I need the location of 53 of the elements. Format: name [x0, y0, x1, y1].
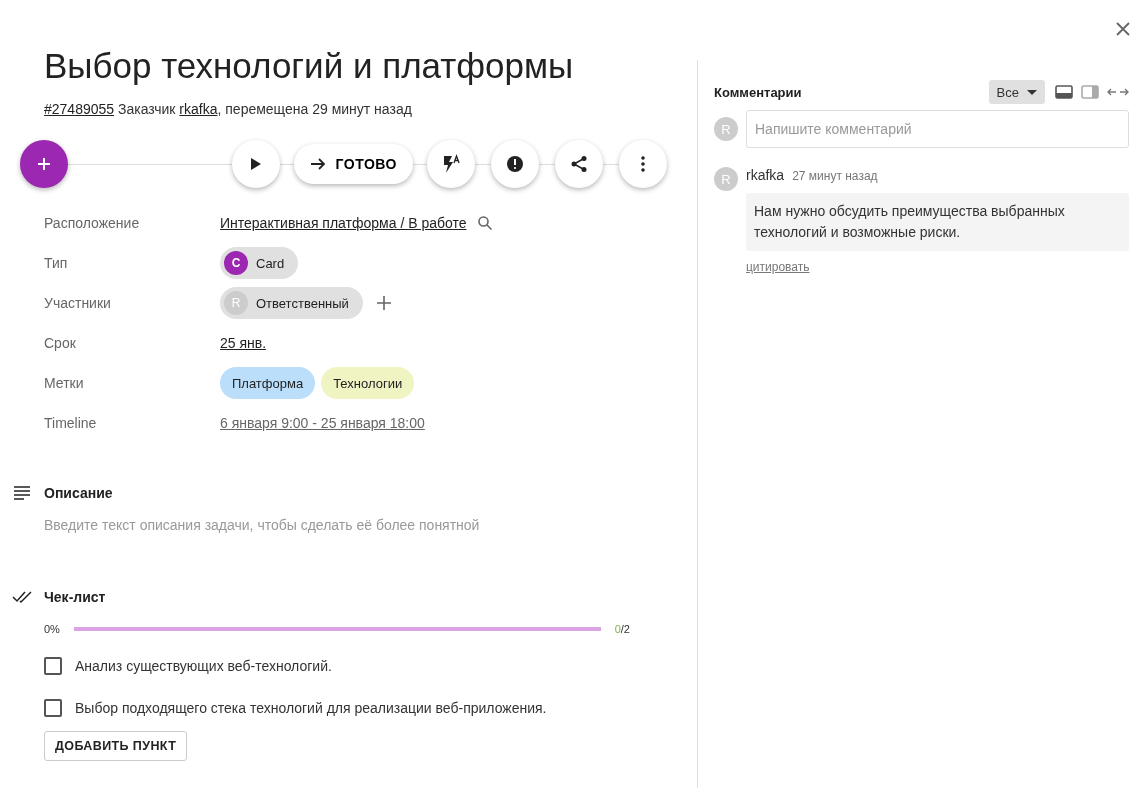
- add-member-icon[interactable]: [376, 296, 391, 310]
- field-label: Расположение: [44, 215, 141, 231]
- checklist-item-text: Выбор подходящего стека технологий для реализации веб-приложения.: [75, 700, 547, 716]
- play-button[interactable]: [231, 140, 280, 188]
- location-link[interactable]: Интерактивная платформа / В работе: [220, 215, 467, 231]
- type-chip[interactable]: C Card: [220, 247, 299, 279]
- field-label: Метки: [44, 375, 85, 391]
- plus-icon: [37, 157, 51, 171]
- checkbox[interactable]: [44, 699, 62, 717]
- text-lines-icon: [12, 486, 32, 500]
- comment-author: rkafka: [746, 167, 785, 183]
- share-icon: [570, 155, 588, 173]
- move-button[interactable]: ГОТОВО: [293, 144, 413, 184]
- progress-percent: 0%: [44, 623, 60, 635]
- checkbox[interactable]: [44, 657, 62, 675]
- timeline-link[interactable]: 6 января 9:00 - 25 января 18:00: [220, 415, 425, 431]
- arrow-right-icon: [309, 156, 326, 172]
- exclamation-icon: [506, 155, 524, 173]
- expand-width-icon[interactable]: [1107, 88, 1129, 96]
- double-check-icon: [12, 590, 32, 604]
- meta-link[interactable]: #27489055: [44, 101, 115, 117]
- tag-chip[interactable]: Технологии: [321, 367, 415, 399]
- close-icon[interactable]: [1115, 21, 1131, 37]
- due-date-link[interactable]: 25 янв.: [220, 335, 267, 351]
- caret-icon: [1027, 89, 1037, 95]
- play-icon: [249, 157, 262, 171]
- tag-chip[interactable]: Платформа: [220, 367, 316, 399]
- field-label: Участники: [44, 295, 112, 311]
- task-title: Выбор технологий и платформы: [44, 45, 575, 87]
- comment-text: Нам нужно обсудить преимущества выбранных технологий и возможные риски.: [746, 193, 1129, 251]
- search-icon[interactable]: [476, 215, 493, 231]
- lightning-icon: [441, 154, 461, 174]
- field-label: Timeline: [44, 415, 98, 431]
- comment-time: 27 минут назад: [792, 169, 878, 183]
- checklist-item-text: Анализ существующих веб-технологий.: [75, 658, 332, 674]
- more-icon: [641, 156, 645, 172]
- comment-input[interactable]: Напишите комментарий: [746, 110, 1129, 148]
- task-meta: #27489055 Заказчик rkafka, перемещена 29 минут назад: [44, 101, 413, 117]
- add-item-button[interactable]: ДОБАВИТЬ ПУНКТ: [44, 731, 188, 761]
- add-button[interactable]: [20, 140, 68, 188]
- filter-dropdown[interactable]: Все: [988, 80, 1045, 104]
- field-label: Тип: [44, 255, 69, 271]
- alert-button[interactable]: [491, 140, 539, 188]
- checklist-title: Чек-лист: [44, 589, 106, 605]
- field-label: Срок: [44, 335, 77, 351]
- quote-link[interactable]: цитировать: [746, 260, 810, 274]
- description-title: Описание: [44, 485, 113, 501]
- type-avatar: C: [224, 251, 248, 275]
- progress-count: 0/2: [614, 623, 630, 635]
- automation-button[interactable]: [427, 140, 475, 188]
- bottom-panel-icon[interactable]: [1055, 85, 1073, 99]
- comments-title: Комментарии: [714, 84, 802, 100]
- share-button[interactable]: [555, 140, 603, 188]
